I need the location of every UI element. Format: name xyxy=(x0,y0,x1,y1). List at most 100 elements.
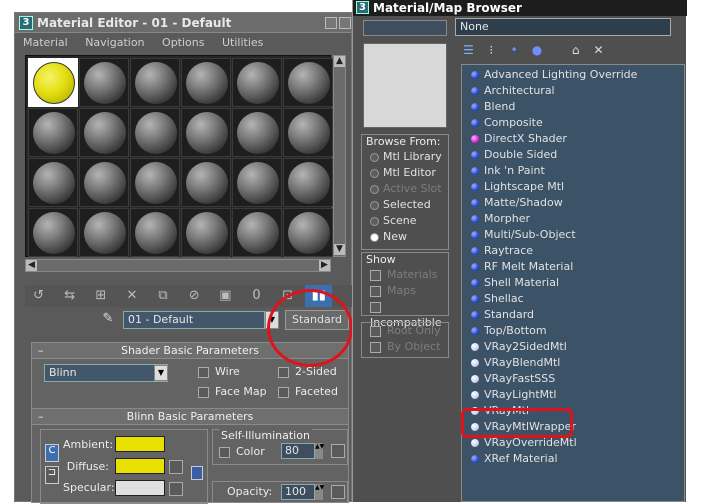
face-map-checkbox[interactable]: Face Map xyxy=(198,385,267,398)
wire-checkbox[interactable]: Wire xyxy=(198,365,240,378)
shader-type-dropdown[interactable]: Blinn xyxy=(44,364,168,382)
show-checkbox[interactable]: Materials xyxy=(362,267,448,283)
sample-slot[interactable] xyxy=(181,58,231,107)
make-copy-icon[interactable]: ⧉ xyxy=(150,285,177,307)
browser-titlebar[interactable]: 3 Material/Map Browser xyxy=(353,0,687,16)
sample-slot[interactable] xyxy=(130,58,180,107)
sample-slot[interactable] xyxy=(283,208,333,257)
sample-grid-vertical-scrollbar[interactable]: ▲ ▼ xyxy=(333,55,346,257)
faceted-checkbox[interactable]: Faceted xyxy=(278,385,338,398)
self-illum-map-button[interactable] xyxy=(331,444,345,458)
delete-from-library-icon[interactable]: ✕ xyxy=(589,40,608,60)
view-large-icons-icon[interactable]: ● xyxy=(527,40,546,60)
lock-diffuse-specular-icon[interactable]: ⊐ xyxy=(45,466,59,484)
scroll-down-icon[interactable]: ▼ xyxy=(334,244,345,255)
browse-from-radio[interactable]: Mtl Editor xyxy=(362,165,448,181)
material-list-item[interactable]: Blend xyxy=(462,99,515,115)
material-list-item[interactable]: VRayFastSSS xyxy=(462,371,555,387)
sample-slot[interactable] xyxy=(181,108,231,157)
sample-slot[interactable] xyxy=(232,58,282,107)
browse-from-radio[interactable]: New xyxy=(362,229,448,245)
pick-material-icon[interactable]: ✎ xyxy=(99,311,117,329)
chevron-down-icon[interactable]: ▼ xyxy=(154,365,168,381)
material-list-item[interactable]: Composite xyxy=(462,115,543,131)
sample-slot[interactable] xyxy=(283,158,333,207)
sample-slot[interactable] xyxy=(181,208,231,257)
material-list-item[interactable]: VRayLightMtl xyxy=(462,387,557,403)
root-only-checkbox[interactable]: Root Only xyxy=(362,323,448,339)
blinn-rollout-header[interactable]: – Blinn Basic Parameters xyxy=(32,409,348,425)
material-id-icon[interactable]: 0 xyxy=(243,285,270,307)
material-list-item[interactable]: Shellac xyxy=(462,291,524,307)
menu-options[interactable]: Options xyxy=(162,36,204,49)
sample-slot[interactable] xyxy=(283,108,333,157)
scroll-left-icon[interactable]: ◀ xyxy=(26,260,37,271)
browse-from-radio[interactable]: Mtl Library xyxy=(362,149,448,165)
sample-slot[interactable] xyxy=(79,158,129,207)
sample-slot[interactable] xyxy=(181,158,231,207)
put-to-library-icon[interactable]: ▣ xyxy=(212,285,239,307)
make-unique-icon[interactable]: ⊘ xyxy=(181,285,208,307)
sample-slot[interactable] xyxy=(79,58,129,107)
browser-name-field[interactable]: None xyxy=(455,18,671,36)
ambient-color-swatch[interactable] xyxy=(115,436,165,452)
reset-icon[interactable]: ✕ xyxy=(118,285,145,307)
sample-slot[interactable] xyxy=(79,208,129,257)
view-small-icons-icon[interactable]: • xyxy=(505,40,524,60)
menu-utilities[interactable]: Utilities xyxy=(222,36,263,49)
browse-from-radio[interactable]: Selected xyxy=(362,197,448,213)
view-list-icons-icon[interactable]: ⁝ xyxy=(482,40,501,60)
material-list-item[interactable]: DirectX Shader xyxy=(462,131,567,147)
sample-slot[interactable] xyxy=(28,58,78,107)
opacity-map-button[interactable] xyxy=(331,485,345,499)
sample-slot[interactable] xyxy=(130,108,180,157)
sample-slot[interactable] xyxy=(28,158,78,207)
put-to-scene-icon[interactable]: ⇆ xyxy=(56,285,83,307)
material-list-item[interactable]: Multi/Sub-Object xyxy=(462,227,576,243)
sample-slot[interactable] xyxy=(28,108,78,157)
material-list-item[interactable]: Advanced Lighting Override xyxy=(462,67,637,83)
sample-slot[interactable] xyxy=(28,208,78,257)
sample-slot[interactable] xyxy=(232,158,282,207)
sample-slot[interactable] xyxy=(232,208,282,257)
material-list-item[interactable]: Architectural xyxy=(462,83,555,99)
material-list-item[interactable]: Ink 'n Paint xyxy=(462,163,545,179)
material-editor-titlebar[interactable]: 3 Material Editor - 01 - Default xyxy=(15,13,351,33)
sample-slot[interactable] xyxy=(79,108,129,157)
browse-from-radio[interactable]: Scene xyxy=(362,213,448,229)
sample-grid-horizontal-scrollbar[interactable]: ◀ ▶ xyxy=(25,259,331,272)
material-list-item[interactable]: VRayBlendMtl xyxy=(462,355,560,371)
material-list-item[interactable]: Top/Bottom xyxy=(462,323,547,339)
minimize-button[interactable] xyxy=(325,17,337,29)
diffuse-color-swatch[interactable] xyxy=(115,458,165,474)
assign-to-selection-icon[interactable]: ⊞ xyxy=(87,285,114,307)
view-list-icon[interactable]: ☰ xyxy=(459,40,478,60)
sample-slot[interactable] xyxy=(130,158,180,207)
scroll-right-icon[interactable]: ▶ xyxy=(319,260,330,271)
material-list-item[interactable]: RF Melt Material xyxy=(462,259,573,275)
material-list-item[interactable]: Lightscape Mtl xyxy=(462,179,564,195)
opacity-input[interactable]: 100 xyxy=(281,484,315,500)
sample-slot[interactable] xyxy=(130,208,180,257)
browse-from-radio[interactable]: Active Slot xyxy=(362,181,448,197)
self-illum-color-checkbox[interactable]: Color xyxy=(219,445,265,458)
sample-slot[interactable] xyxy=(232,108,282,157)
update-scene-materials-icon[interactable]: ⌂ xyxy=(566,40,585,60)
self-illum-value-input[interactable]: 80 xyxy=(281,443,315,459)
material-list-item[interactable]: XRef Material xyxy=(462,451,558,467)
material-list-item[interactable]: Double Sided xyxy=(462,147,557,163)
menu-material[interactable]: Material xyxy=(23,36,68,49)
spinner-icon[interactable]: ▲▼ xyxy=(315,443,324,459)
specular-color-swatch[interactable] xyxy=(115,480,165,496)
map-lock-icon[interactable] xyxy=(191,466,203,480)
material-list-item[interactable]: Matte/Shadow xyxy=(462,195,563,211)
material-name-dropdown[interactable]: 01 - Default xyxy=(123,311,265,329)
browser-search-input[interactable] xyxy=(363,20,447,36)
material-list-item[interactable]: Morpher xyxy=(462,211,530,227)
sample-slot[interactable] xyxy=(283,58,333,107)
get-material-icon[interactable]: ↺ xyxy=(25,285,52,307)
menu-navigation[interactable]: Navigation xyxy=(85,36,144,49)
diffuse-map-button[interactable] xyxy=(169,460,183,474)
material-list-item[interactable]: Standard xyxy=(462,307,534,323)
lock-ambient-diffuse-icon[interactable]: C xyxy=(45,444,59,462)
